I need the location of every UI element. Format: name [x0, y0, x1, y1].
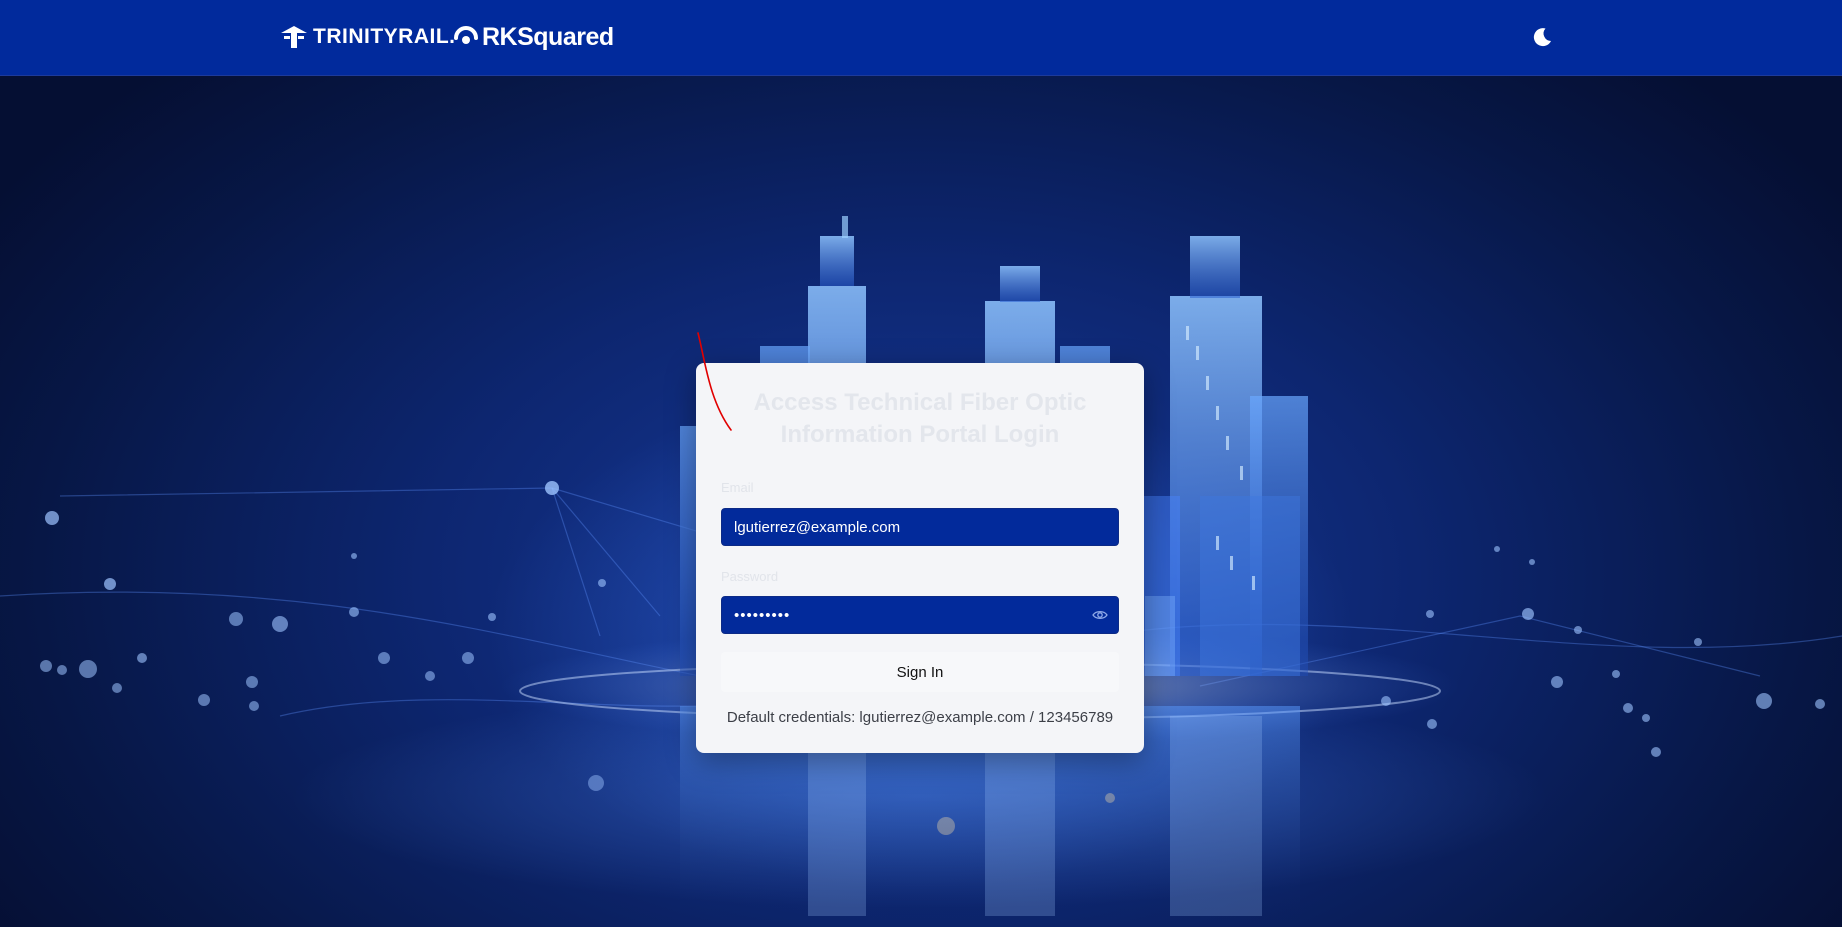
trinityrail-logo-text: TRINITYRAIL — [313, 25, 456, 49]
trinityrail-logo[interactable]: TRINITYRAIL — [281, 24, 456, 50]
eye-icon[interactable] — [1092, 608, 1108, 622]
rksquared-logo-text: RKSquared — [482, 22, 614, 51]
password-field[interactable] — [722, 597, 1118, 633]
password-field-container — [721, 596, 1119, 634]
password-label: Password — [721, 569, 779, 584]
rksquared-logo-icon — [454, 26, 478, 44]
sign-in-button[interactable]: Sign In — [721, 652, 1119, 692]
trinityrail-logo-icon — [281, 26, 307, 48]
theme-toggle-button[interactable] — [1530, 25, 1554, 49]
email-field-container — [721, 508, 1119, 546]
top-navigation-bar: TRINITYRAIL RKSquared — [0, 0, 1842, 76]
rksquared-logo[interactable]: RKSquared — [454, 20, 614, 54]
default-credentials-note: Default credentials: lgutierrez@example.… — [726, 709, 1114, 726]
login-title: Access Technical Fiber Optic Information… — [753, 389, 1087, 448]
email-label: Email — [721, 480, 754, 495]
moon-icon — [1533, 28, 1551, 47]
email-field[interactable] — [722, 509, 1118, 545]
login-card: Access Technical Fiber Optic Information… — [696, 363, 1144, 753]
